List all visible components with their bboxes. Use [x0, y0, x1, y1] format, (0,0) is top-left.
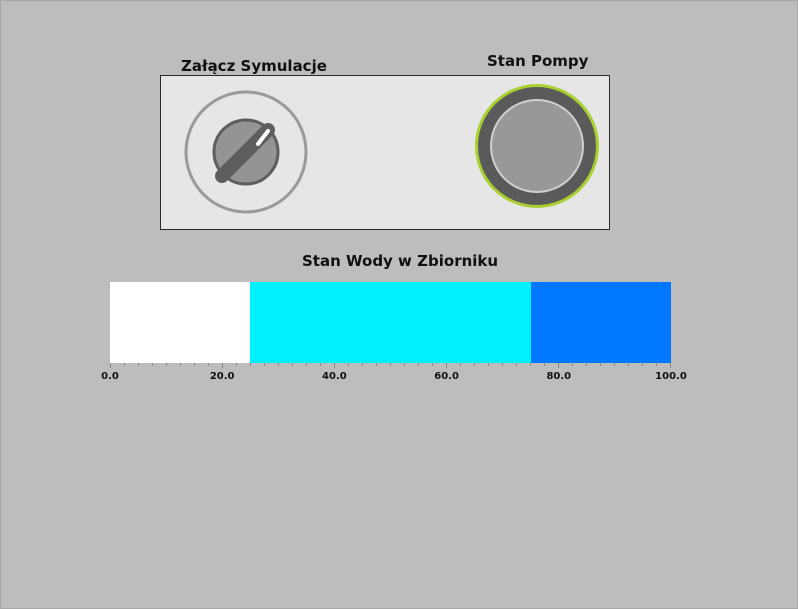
scale-tick-label: 0.0 — [101, 371, 119, 382]
tank-level-band — [530, 282, 671, 363]
scale-tick-label: 60.0 — [434, 371, 459, 382]
tank-level-scale — [110, 363, 671, 368]
scale-tick-label: 100.0 — [655, 371, 687, 382]
pump-state-indicator — [474, 83, 600, 209]
scale-tick-label: 20.0 — [209, 371, 235, 382]
tank-level-band — [110, 282, 251, 363]
tank-level-label: Stan Wody w Zbiorniku — [302, 252, 499, 270]
tank-level-band — [250, 282, 531, 363]
simulation-selector-switch[interactable] — [184, 90, 308, 214]
simulation-switch-label: Załącz Symulacje — [181, 57, 327, 75]
pump-state-label: Stan Pompy — [487, 52, 589, 70]
selector-switch-icon — [184, 90, 308, 214]
indicator-lamp-icon — [475, 84, 599, 208]
scale-tick-label: 80.0 — [546, 371, 572, 382]
scale-tick-label: 40.0 — [322, 371, 347, 382]
tank-level-bar — [110, 282, 671, 363]
